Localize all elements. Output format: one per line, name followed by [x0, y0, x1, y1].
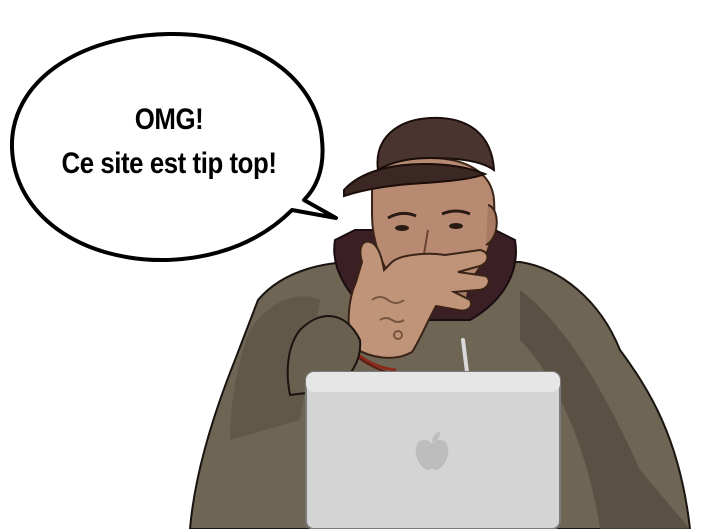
illustration	[9, 31, 692, 529]
laptop	[305, 371, 561, 529]
bubble-line-2: Ce site est tip top!	[61, 147, 277, 180]
speech-bubble-text: OMG! Ce site est tip top!	[41, 98, 297, 186]
bubble-line-1: OMG!	[134, 103, 204, 136]
